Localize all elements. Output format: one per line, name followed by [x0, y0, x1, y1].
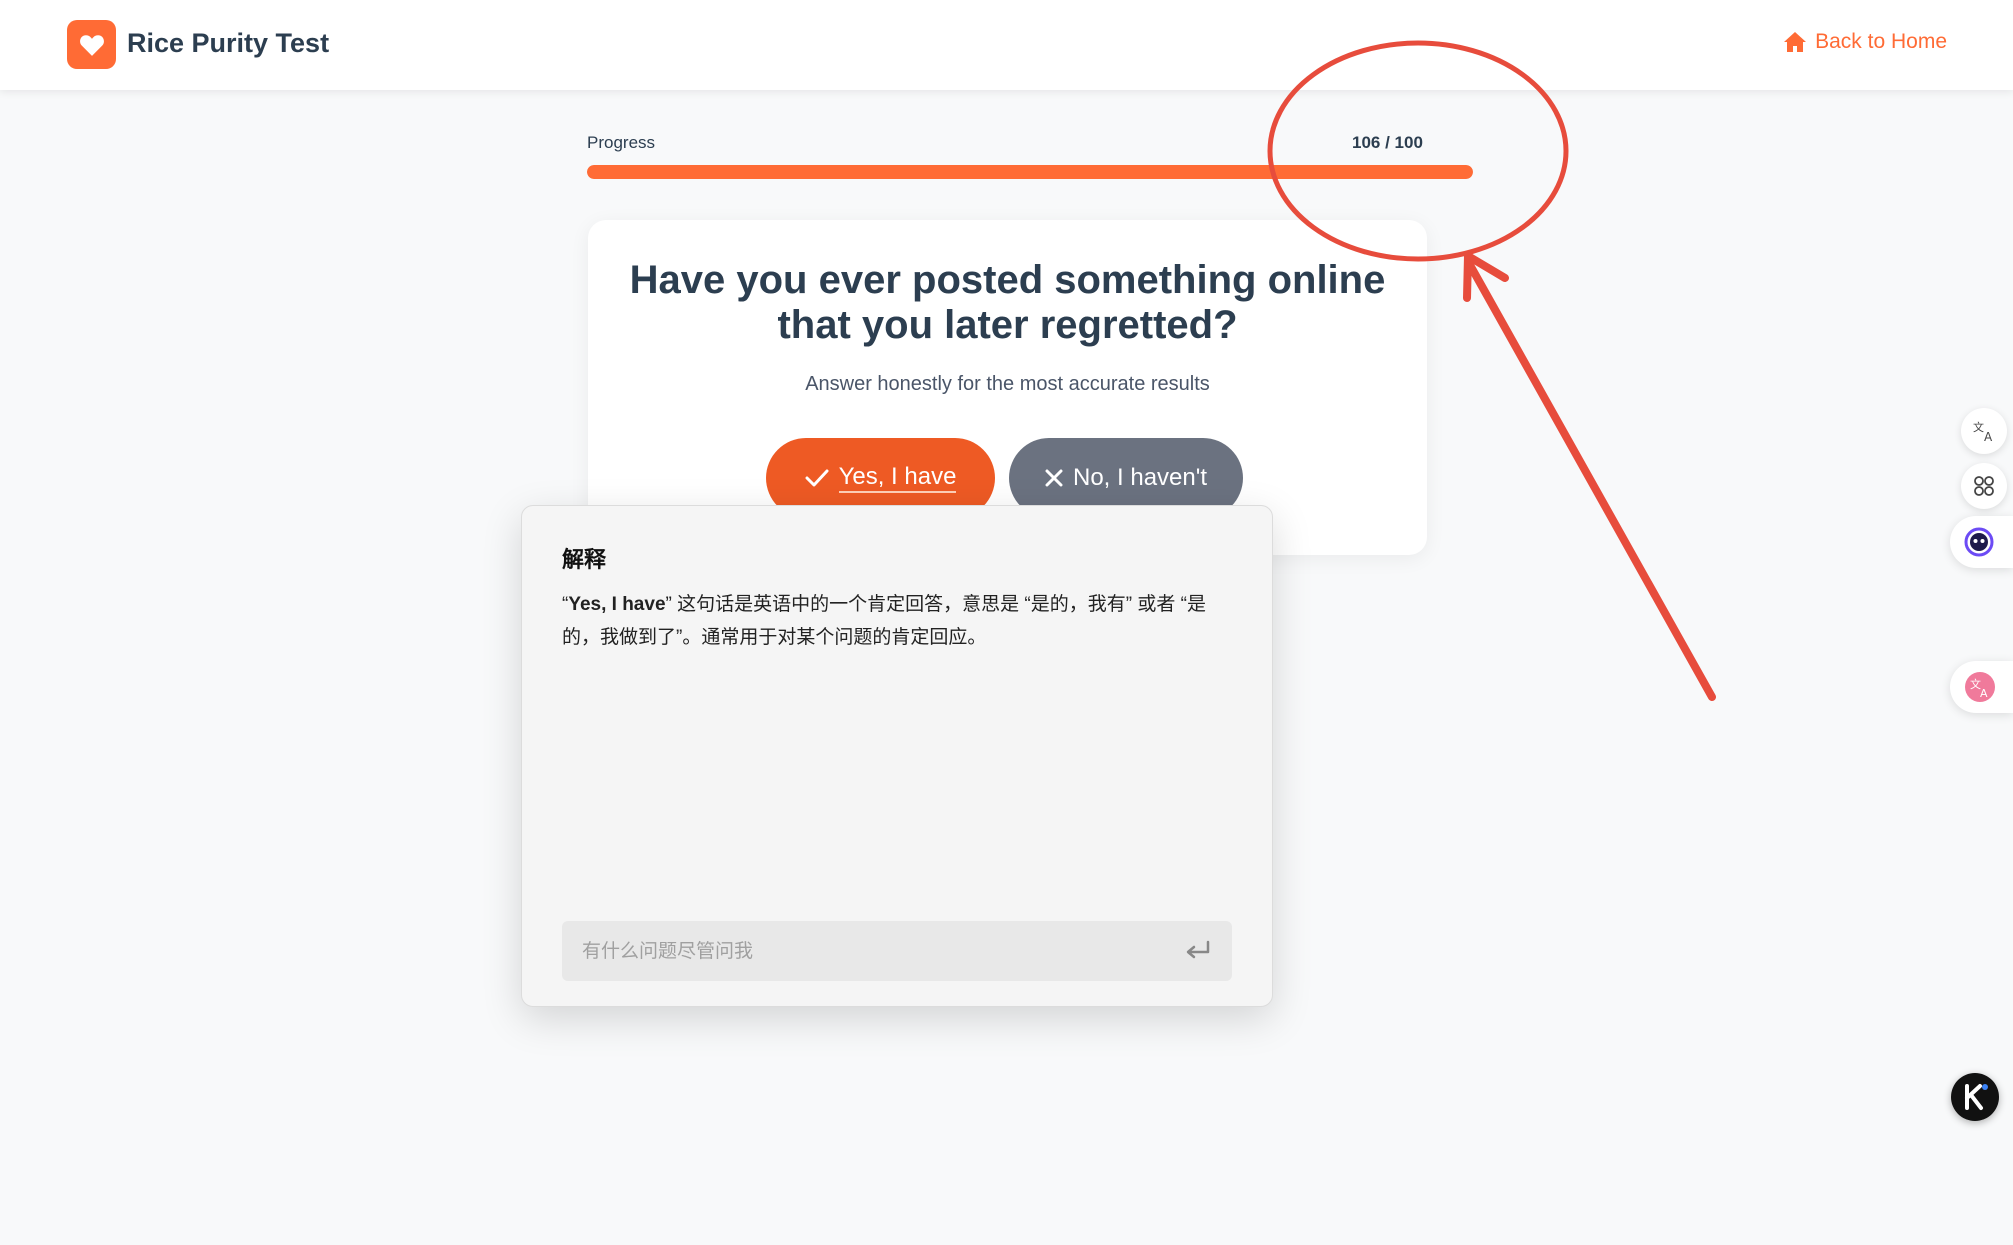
progress-count: 106 / 100 [1352, 133, 1423, 152]
ask-input[interactable] [562, 921, 1202, 981]
back-to-home-link[interactable]: Back to Home [1783, 30, 1947, 54]
apps-button[interactable] [1961, 463, 2007, 509]
apps-icon [1974, 476, 1994, 496]
popup-title: 解释 [562, 547, 607, 572]
translate-pink-icon: 文 A [1965, 672, 1995, 702]
svg-text:文: 文 [1973, 420, 1984, 434]
progress-bar [587, 165, 1473, 179]
popup-term: Yes, I have [568, 594, 666, 615]
top-navbar: Rice Purity Test Back to Home [0, 0, 2013, 90]
translate-pink-tab[interactable]: 文 A [1950, 661, 2013, 713]
back-to-home-label: Back to Home [1815, 30, 1947, 53]
heart-icon [79, 34, 104, 56]
check-icon [805, 469, 829, 487]
no-button-label: No, I haven't [1073, 464, 1207, 491]
popup-body: “Yes, I have” 这句话是英语中的一个肯定回答，意思是 “是的，我有”… [562, 588, 1234, 654]
question-subtitle: Answer honestly for the most accurate re… [805, 373, 1210, 395]
home-icon [1784, 32, 1807, 52]
logo[interactable] [67, 20, 116, 69]
assistant-tab[interactable] [1950, 516, 2013, 568]
progress-label: Progress [587, 133, 656, 152]
brand-title[interactable]: Rice Purity Test [127, 28, 329, 59]
k-app-icon [1965, 1084, 1988, 1110]
k-app-button[interactable] [1951, 1073, 1999, 1121]
progress-bar-fill [587, 165, 1473, 179]
enter-icon[interactable] [1184, 939, 1212, 963]
question-text: Have you ever posted something online th… [629, 258, 1386, 347]
annotation-arrow [1463, 252, 1716, 701]
svg-text:A: A [1984, 430, 1993, 443]
translate-button[interactable]: 文 A [1961, 408, 2007, 454]
ask-box [562, 921, 1232, 981]
yes-button-label: Yes, I have [838, 463, 957, 493]
assistant-face-icon [1964, 527, 1994, 557]
svg-text:A: A [1980, 687, 1988, 700]
close-icon [1045, 469, 1063, 487]
translate-icon: 文 A [1973, 420, 1993, 443]
explanation-popup: 解释 “Yes, I have” 这句话是英语中的一个肯定回答，意思是 “是的，… [521, 505, 1273, 1007]
